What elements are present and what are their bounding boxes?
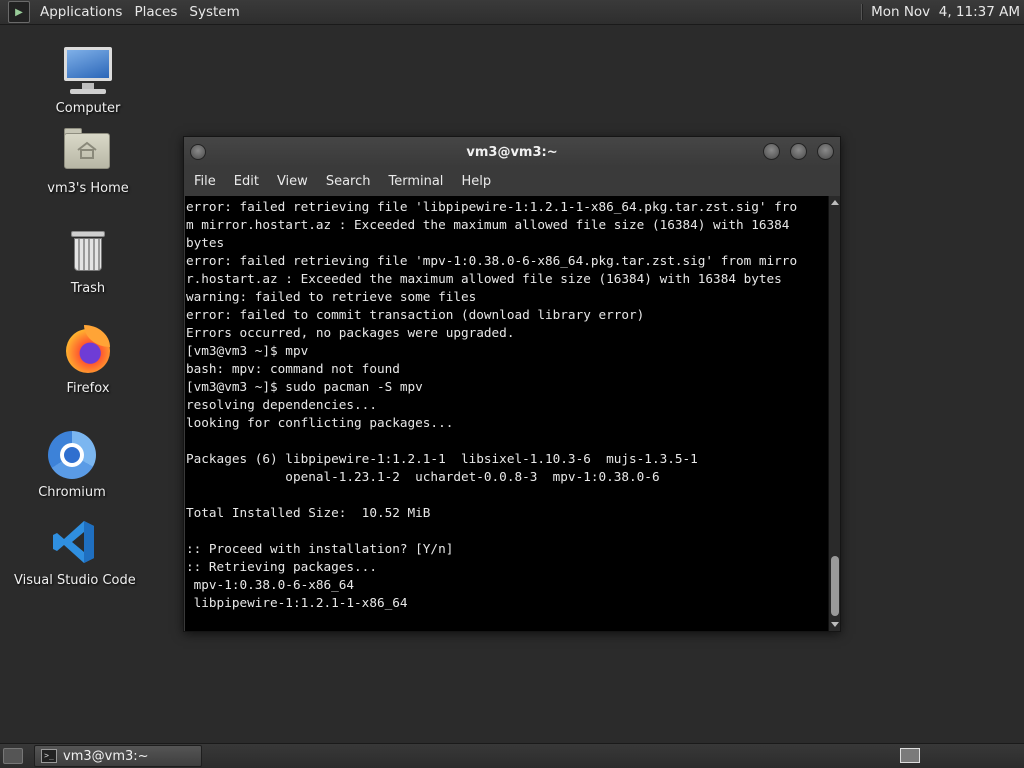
terminal-line: Errors occurred, no packages were upgrad… xyxy=(186,325,515,340)
desktop-icon-label: Trash xyxy=(70,281,106,296)
desktop-icon-label: vm3's Home xyxy=(47,181,129,196)
terminal-line: error: failed retrieving file 'mpv-1:0.3… xyxy=(186,253,798,268)
terminal-line: [vm3@vm3 ~]$ mpv xyxy=(186,343,309,358)
terminal-line: error: failed retrieving file 'libpipewi… xyxy=(186,199,798,214)
taskbar-label: vm3@vm3:~ xyxy=(63,748,149,764)
desktop-icon-label: Computer xyxy=(55,101,121,116)
scroll-down-icon[interactable] xyxy=(831,622,839,627)
desktop-icon-computer[interactable]: Computer xyxy=(28,45,148,116)
terminal-line: libpipewire-1:1.2.1-1-x86_64 xyxy=(186,595,408,610)
chromium-icon xyxy=(46,429,98,481)
bottom-panel: >_ vm3@vm3:~ xyxy=(0,743,1024,768)
window-title: vm3@vm3:~ xyxy=(466,144,558,160)
desktop-icon-label: Chromium xyxy=(38,485,106,500)
scroll-up-icon[interactable] xyxy=(831,200,839,205)
terminal-line: looking for conflicting packages... xyxy=(186,415,454,430)
desktop-icon-vscode[interactable]: Visual Studio Code xyxy=(14,517,136,588)
terminal-line: Packages (6) libpipewire-1:1.2.1-1 libsi… xyxy=(186,451,698,466)
terminal-line: Total Installed Size: 10.52 MiB xyxy=(186,505,431,520)
terminal-line: [vm3@vm3 ~]$ sudo pacman -S mpv xyxy=(186,379,423,394)
desktop-icon-trash[interactable]: Trash xyxy=(28,225,148,296)
desktop-icon-label: Firefox xyxy=(66,381,110,396)
terminal-line: m mirror.hostart.az : Exceeded the maxim… xyxy=(186,217,790,232)
menu-search[interactable]: Search xyxy=(319,174,378,189)
menu-places[interactable]: Places xyxy=(128,4,183,20)
terminal-line: warning: failed to retrieve some files xyxy=(186,289,477,304)
distro-logo-icon[interactable]: ▶ xyxy=(8,1,30,23)
vscode-icon xyxy=(48,517,100,569)
close-button[interactable] xyxy=(817,143,834,160)
terminal-line: :: Proceed with installation? [Y/n] xyxy=(186,541,454,556)
terminal-scrollbar[interactable] xyxy=(828,196,840,631)
home-folder-icon xyxy=(62,125,114,177)
clock-area: Mon Nov 4, 11:37 AM xyxy=(861,0,1024,24)
menu-edit[interactable]: Edit xyxy=(227,174,266,189)
terminal-line: mpv-1:0.38.0-6-x86_64 xyxy=(186,577,355,592)
desktop-icon-label: Visual Studio Code xyxy=(14,573,136,588)
scrollbar-thumb[interactable] xyxy=(831,556,839,616)
computer-icon xyxy=(62,45,114,97)
desktop-icon-home[interactable]: vm3's Home xyxy=(28,125,148,196)
top-panel: ▶ Applications Places System Mon Nov 4, … xyxy=(0,0,1024,25)
trash-icon xyxy=(62,225,114,277)
menu-applications[interactable]: Applications xyxy=(34,4,128,20)
menu-file[interactable]: File xyxy=(187,174,223,189)
clock[interactable]: Mon Nov 4, 11:37 AM xyxy=(871,4,1024,20)
workspace-switcher[interactable] xyxy=(900,748,920,763)
terminal-output[interactable]: error: failed retrieving file 'libpipewi… xyxy=(185,196,828,631)
window-menubar: File Edit View Search Terminal Help xyxy=(184,167,840,195)
menu-terminal[interactable]: Terminal xyxy=(381,174,450,189)
terminal-line: openal-1.23.1-2 uchardet-0.0.8-3 mpv-1:0… xyxy=(186,469,660,484)
window-menu-button[interactable] xyxy=(190,144,206,160)
terminal-line: bash: mpv: command not found xyxy=(186,361,400,376)
menu-system[interactable]: System xyxy=(183,4,245,20)
terminal-line: error: failed to commit transaction (dow… xyxy=(186,307,645,322)
taskbar-terminal-button[interactable]: >_ vm3@vm3:~ xyxy=(34,745,202,767)
firefox-icon xyxy=(62,325,114,377)
show-desktop-icon[interactable] xyxy=(3,748,23,764)
terminal-line: r.hostart.az : Exceeded the maximum allo… xyxy=(186,271,782,286)
terminal-line: :: Retrieving packages... xyxy=(186,559,377,574)
window-titlebar[interactable]: vm3@vm3:~ xyxy=(184,137,840,167)
terminal-line: resolving dependencies... xyxy=(186,397,377,412)
terminal-icon: >_ xyxy=(41,749,57,763)
maximize-button[interactable] xyxy=(790,143,807,160)
minimize-button[interactable] xyxy=(763,143,780,160)
terminal-line: bytes xyxy=(186,235,225,250)
menu-help[interactable]: Help xyxy=(454,174,498,189)
menu-view[interactable]: View xyxy=(270,174,315,189)
desktop-icon-chromium[interactable]: Chromium xyxy=(12,429,132,500)
desktop-icon-firefox[interactable]: Firefox xyxy=(28,325,148,396)
panel-separator xyxy=(861,4,864,20)
terminal-window: vm3@vm3:~ File Edit View Search Terminal… xyxy=(183,136,841,632)
